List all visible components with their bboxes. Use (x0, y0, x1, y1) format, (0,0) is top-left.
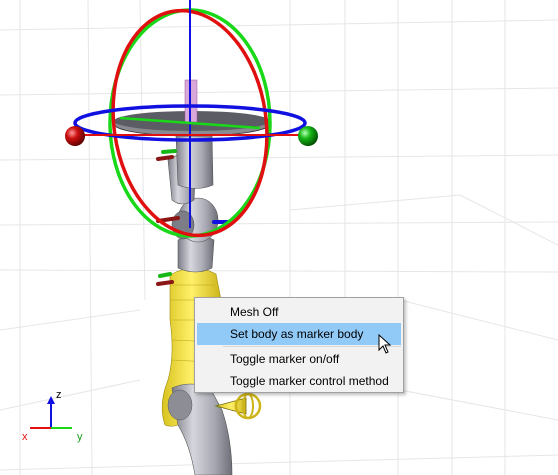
menu-item-toggle-marker[interactable]: Toggle marker on/off (197, 348, 401, 370)
3d-viewport[interactable]: z x y (0, 0, 558, 475)
y-handle-ball (298, 126, 318, 146)
context-menu: Mesh Off Set body as marker body Toggle … (194, 297, 404, 393)
menu-separator (223, 346, 401, 347)
x-handle-ball (65, 126, 85, 146)
menu-item-toggle-control-method[interactable]: Toggle marker control method (197, 370, 401, 392)
axes-triad: z x y (22, 389, 83, 443)
triad-x-label: x (22, 431, 28, 443)
mouse-cursor-icon (378, 334, 392, 354)
menu-item-mesh-off[interactable]: Mesh Off (197, 301, 401, 323)
triad-z-label: z (56, 389, 62, 401)
background-grid (0, 0, 558, 475)
menu-item-set-marker-body[interactable]: Set body as marker body (197, 323, 401, 345)
triad-y-label: y (77, 431, 83, 443)
